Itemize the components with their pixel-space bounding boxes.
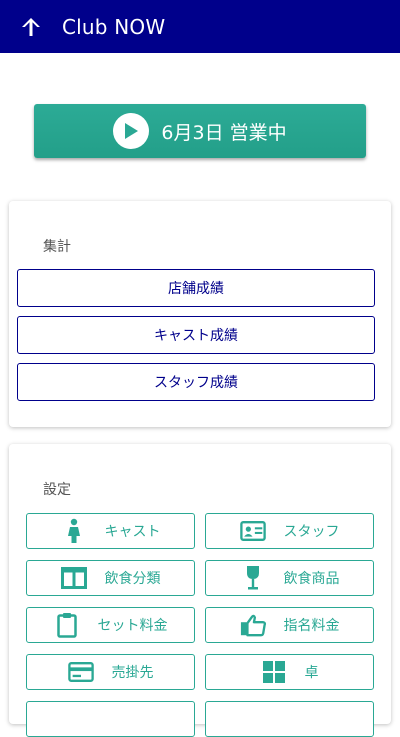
thumbs-up-icon <box>240 612 266 638</box>
cast-settings-button[interactable]: キャスト <box>26 513 195 549</box>
settings-title: 設定 <box>43 482 71 498</box>
app-title: Club NOW <box>62 14 166 39</box>
staff-settings-button[interactable]: スタッフ <box>205 513 374 549</box>
grid-icon <box>261 659 287 685</box>
arrow-up-icon[interactable] <box>16 12 46 42</box>
staff-results-button[interactable]: スタッフ成績 <box>17 363 375 401</box>
wine-glass-icon <box>240 565 266 591</box>
summary-card: 集計 店舗成績 キャスト成績 スタッフ成績 <box>9 201 391 427</box>
cast-settings-label: キャスト <box>104 524 161 540</box>
person-icon <box>61 518 87 544</box>
set-price-label: セット料金 <box>97 618 168 634</box>
staff-settings-label: スタッフ <box>283 524 340 540</box>
id-card-icon <box>239 518 266 544</box>
app-bar: Club NOW <box>0 0 400 53</box>
business-status-label: 6月3日 営業中 <box>161 121 287 144</box>
store-results-button[interactable]: 店舗成績 <box>17 269 375 307</box>
accounts-receivable-label: 売掛先 <box>111 665 154 681</box>
settings-card: 設定 キャスト スタッフ 飲食分類 飲食商品 セット料金 指名料金 売掛先 卓 <box>9 444 391 737</box>
food-products-label: 飲食商品 <box>283 571 340 587</box>
accounts-receivable-button[interactable]: 売掛先 <box>26 654 195 690</box>
nomination-fee-button[interactable]: 指名料金 <box>205 607 374 643</box>
clipboard-icon <box>54 612 80 638</box>
table-settings-button[interactable]: 卓 <box>205 654 374 690</box>
set-price-button[interactable]: セット料金 <box>26 607 195 643</box>
business-status-button[interactable]: 6月3日 営業中 <box>34 104 366 158</box>
summary-title: 集計 <box>43 239 71 255</box>
food-category-button[interactable]: 飲食分類 <box>26 560 195 596</box>
settings-button-partial-right[interactable] <box>205 701 374 737</box>
columns-icon <box>60 565 87 591</box>
nomination-fee-label: 指名料金 <box>283 618 340 634</box>
food-category-label: 飲食分類 <box>104 571 161 587</box>
food-products-button[interactable]: 飲食商品 <box>205 560 374 596</box>
table-settings-label: 卓 <box>304 665 319 681</box>
credit-card-icon <box>67 659 94 685</box>
play-circle-icon <box>113 113 150 149</box>
settings-button-partial-left[interactable] <box>26 701 195 737</box>
cast-results-button[interactable]: キャスト成績 <box>17 316 375 354</box>
